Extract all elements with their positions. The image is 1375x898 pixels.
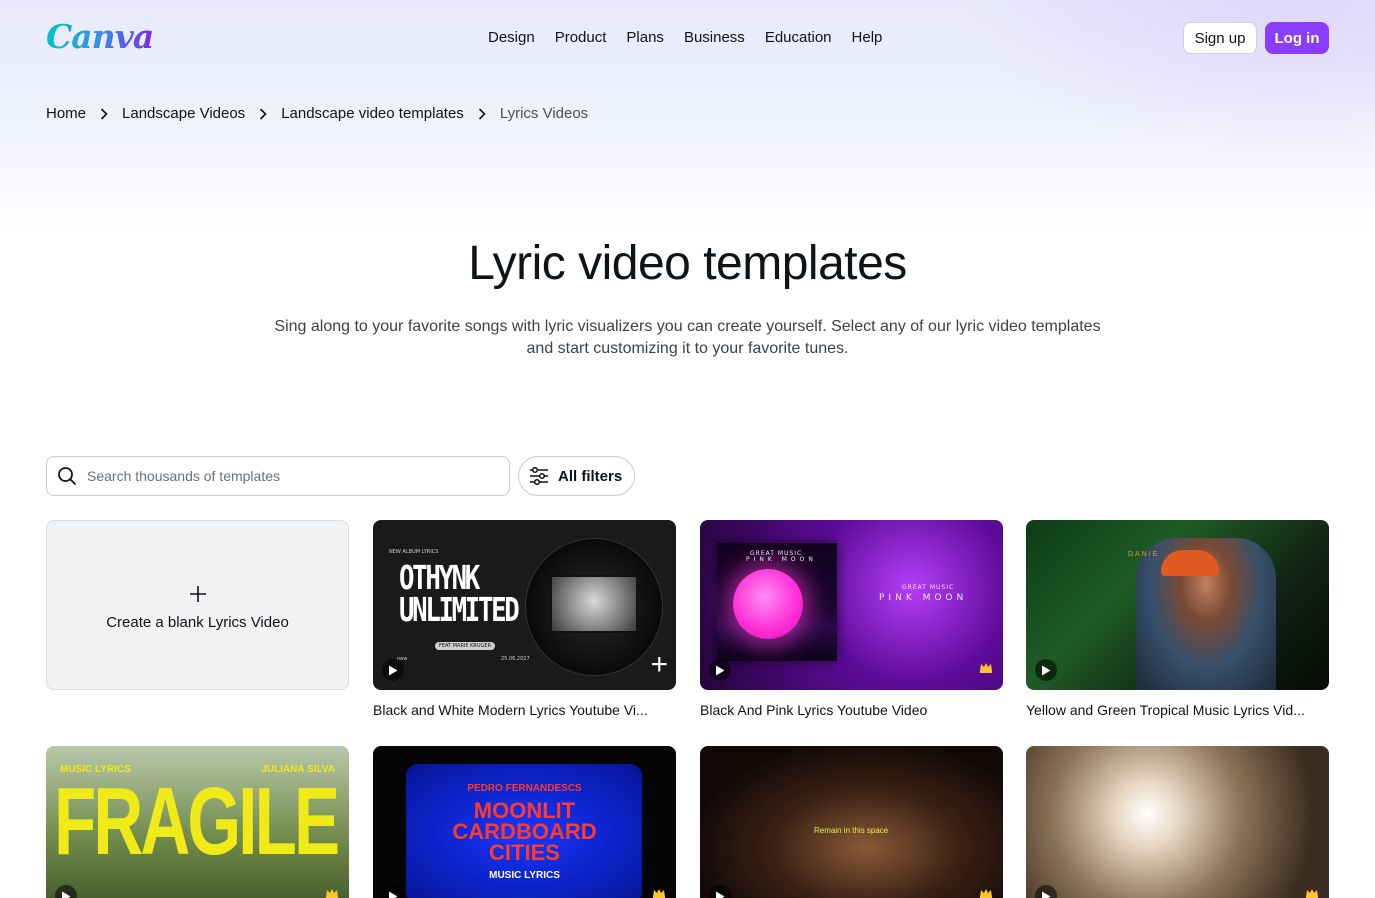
play-icon[interactable] [709, 659, 731, 681]
template-thumbnail[interactable]: Remain in this space [700, 746, 1003, 898]
thumbnail-graphic [733, 569, 803, 639]
template-card[interactable]: MUSIC LYRICS JULIANA SILVA FRAGILE [46, 746, 349, 898]
chevron-right-icon [259, 107, 267, 120]
template-thumbnail[interactable]: GREAT MUSIC PINK MOON GREAT MUSIC PINK M… [700, 520, 1003, 690]
search-box[interactable] [46, 456, 510, 496]
search-icon [57, 466, 77, 486]
thumbnail-text: MUSIC LYRICS [489, 870, 560, 881]
thumbnail-graphic [1161, 550, 1219, 576]
thumbnail-text: GREAT MUSIC [902, 584, 955, 591]
signup-button[interactable]: Sign up [1183, 22, 1257, 54]
sparkle-icon: + [650, 648, 668, 681]
template-card[interactable]: NEW ALBUM LYRICS OTHYNK UNLIMITED FEAT M… [373, 520, 676, 718]
page-subtitle: Sing along to your favorite songs with l… [274, 318, 1101, 357]
thumbnail-text: NEW ALBUM LYRICS [389, 549, 439, 555]
nav-design[interactable]: Design [488, 29, 535, 47]
play-icon[interactable] [55, 885, 77, 898]
nav-help[interactable]: Help [852, 29, 883, 47]
plus-icon [189, 580, 207, 608]
filters-icon [529, 467, 549, 485]
crown-icon [1305, 886, 1319, 898]
nav-product[interactable]: Product [555, 29, 607, 47]
thumbnail-text: 25.06.2027 [501, 656, 530, 662]
play-icon[interactable] [1035, 659, 1057, 681]
canva-logo[interactable]: Canva [46, 17, 154, 56]
thumbnail-text: PINK MOON [879, 593, 968, 603]
thumbnail-text: Remain in this space [814, 826, 889, 835]
template-title[interactable]: Black And Pink Lyrics Youtube Video [700, 702, 1003, 718]
thumbnail-text: PEDRO FERNANDESCS [467, 783, 582, 794]
template-thumbnail[interactable]: NEW ALBUM LYRICS OTHYNK UNLIMITED FEAT M… [373, 520, 676, 690]
template-card[interactable]: GREAT MUSIC PINK MOON GREAT MUSIC PINK M… [700, 520, 1003, 718]
blank-template-tile[interactable]: Create a blank Lyrics Video [46, 520, 349, 690]
breadcrumb-landscape-videos[interactable]: Landscape Videos [122, 105, 245, 122]
chevron-right-icon [100, 107, 108, 120]
template-thumbnail[interactable]: PEDRO FERNANDESCS MOONLIT CARDBOARD CITI… [373, 746, 676, 898]
breadcrumb-home[interactable]: Home [46, 105, 86, 122]
crown-icon [979, 660, 993, 678]
template-title[interactable]: Yellow and Green Tropical Music Lyrics V… [1026, 702, 1329, 718]
crown-icon [325, 886, 339, 898]
play-icon[interactable] [382, 885, 404, 898]
template-card[interactable]: DANIE Yellow and Green Tropical Music Ly… [1026, 520, 1329, 718]
crown-icon [979, 886, 993, 898]
blank-template-card[interactable]: Create a blank Lyrics Video [46, 520, 349, 690]
thumbnail-text: DANIE [1128, 551, 1160, 558]
breadcrumb-current: Lyrics Videos [499, 105, 589, 122]
all-filters-button[interactable]: All filters [518, 456, 635, 496]
template-card[interactable]: PEDRO FERNANDESCS MOONLIT CARDBOARD CITI… [373, 746, 676, 898]
template-thumbnail[interactable]: MUSIC LYRICS JULIANA SILVA FRAGILE [46, 746, 349, 898]
main-nav: Design Product Plans Business Education … [488, 29, 902, 47]
play-icon[interactable] [709, 885, 731, 898]
template-thumbnail[interactable] [1026, 746, 1329, 898]
thumbnail-text: FEAT MARIE KRUGER [435, 642, 496, 650]
thumbnail-graphic [550, 575, 638, 633]
template-thumbnail[interactable]: DANIE [1026, 520, 1329, 690]
template-title[interactable]: Black and White Modern Lyrics Youtube Vi… [373, 702, 676, 718]
search-input[interactable] [87, 468, 487, 484]
thumbnail-text: CITIES [489, 840, 560, 865]
thumbnail-text: OTHYNK UNLIMITED [399, 558, 520, 629]
site-header: Canva Design Product Plans Business Educ… [0, 0, 1375, 76]
nav-business[interactable]: Business [684, 29, 745, 47]
breadcrumb: Home Landscape Videos Landscape video te… [46, 105, 588, 122]
nav-education[interactable]: Education [765, 29, 832, 47]
login-button[interactable]: Log in [1265, 22, 1329, 54]
all-filters-label: All filters [558, 467, 623, 485]
play-icon[interactable] [1035, 885, 1057, 898]
thumbnail-text: PINK MOON [746, 556, 817, 563]
crown-icon [652, 886, 666, 898]
blank-template-label: Create a blank Lyrics Video [106, 613, 289, 631]
thumbnail-text: FRAGILE [54, 768, 340, 875]
template-card[interactable]: Remain in this space [700, 746, 1003, 898]
chevron-right-icon [478, 107, 486, 120]
nav-plans[interactable]: Plans [626, 29, 664, 47]
breadcrumb-landscape-video-templates[interactable]: Landscape video templates [281, 105, 464, 122]
page-title: Lyric video templates [468, 237, 907, 290]
template-card[interactable] [1026, 746, 1329, 898]
play-icon[interactable] [382, 659, 404, 681]
